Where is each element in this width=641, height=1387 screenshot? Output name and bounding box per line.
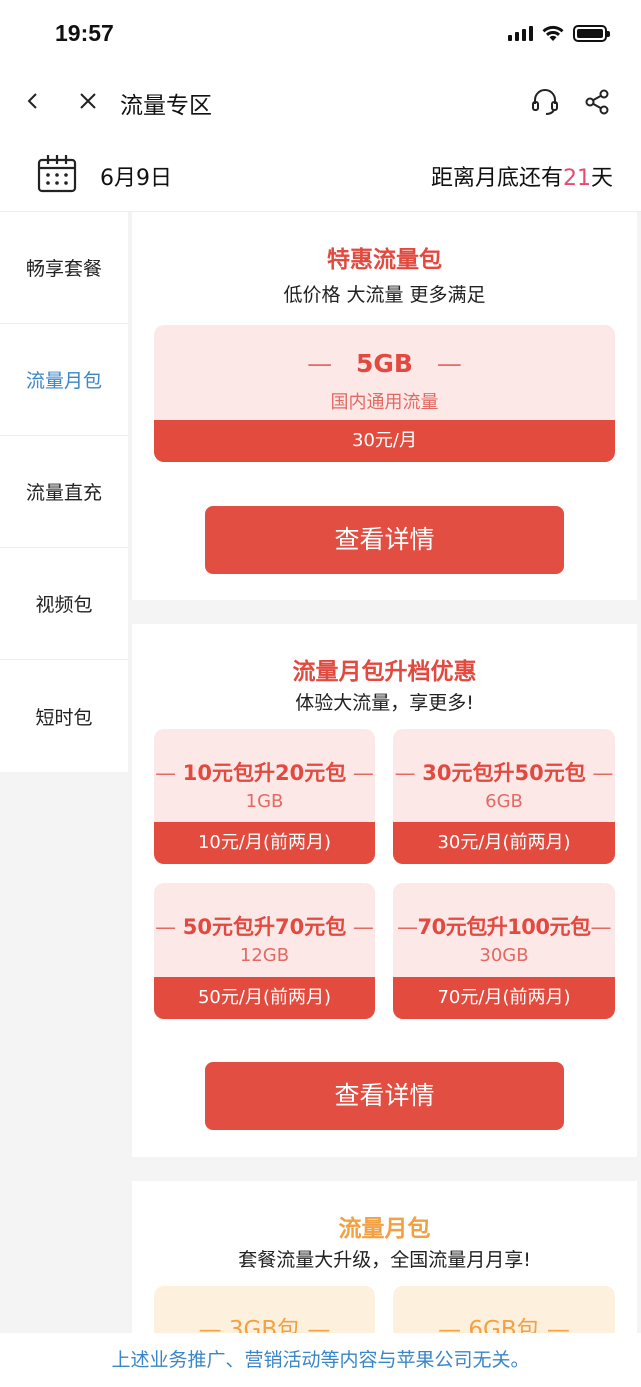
status-time: 19:57 <box>55 20 114 46</box>
card-title: 流量月包升档优惠 <box>292 659 477 685</box>
page-title: 流量专区 <box>120 93 212 119</box>
package-option[interactable]: —70元包升100元包— 30GB 70元/月(前两月) <box>393 883 615 1019</box>
package-price: 10元/月(前两月) <box>154 822 375 864</box>
package-name: 50元包升70元包 <box>182 915 347 939</box>
card-subtitle: 低价格 大流量 更多满足 <box>283 284 486 306</box>
package-description: 1GB <box>245 791 284 812</box>
sidebar-item-video-pack[interactable]: 视频包 <box>0 548 128 660</box>
nav-bar: 流量专区 <box>0 66 641 138</box>
status-icons <box>508 24 610 42</box>
close-icon[interactable] <box>74 86 102 116</box>
card-subtitle: 套餐流量大升级，全国流量月月享! <box>238 1249 531 1271</box>
package-price: 30元/月 <box>154 420 615 462</box>
package-description: 国内通用流量 <box>330 392 439 413</box>
countdown-days: 21 <box>562 166 591 191</box>
status-bar: 19:57 <box>0 0 641 66</box>
sidebar-item-short-term-pack[interactable]: 短时包 <box>0 660 128 772</box>
package-option[interactable]: — 50元包升70元包 — 12GB 50元/月(前两月) <box>154 883 375 1019</box>
package-name: 30元包升50元包 <box>422 761 586 785</box>
month-end-countdown: 距离月底还有21天 <box>431 160 613 192</box>
calendar-icon <box>37 155 77 193</box>
card-title: 特惠流量包 <box>327 247 442 273</box>
customer-service-icon[interactable] <box>529 86 561 118</box>
current-date: 6月9日 <box>100 166 172 191</box>
package-description: 6GB <box>485 791 523 812</box>
upgrade-offer-card: 流量月包升档优惠 体验大流量，享更多! — 10元包升20元包 — 1GB 10… <box>132 624 637 1157</box>
sidebar-item-data-topup[interactable]: 流量直充 <box>0 436 128 548</box>
card-subtitle: 体验大流量，享更多! <box>295 692 474 714</box>
share-icon[interactable] <box>582 86 612 118</box>
view-details-button[interactable]: 查看详情 <box>205 506 564 574</box>
signal-icon <box>508 25 533 41</box>
wifi-icon <box>542 25 564 41</box>
package-name: 70元包升100元包 <box>417 915 591 939</box>
date-bar: 6月9日 距离月底还有21天 <box>0 138 641 212</box>
package-name: 10元包升20元包 <box>182 761 347 785</box>
category-sidebar: 畅享套餐 流量月包 流量直充 视频包 短时包 <box>0 212 128 772</box>
package-option[interactable]: — 5GB — 国内通用流量 30元/月 <box>154 325 615 462</box>
back-icon[interactable] <box>20 86 48 116</box>
battery-icon <box>573 24 610 42</box>
countdown-prefix: 距离月底还有 <box>430 166 563 191</box>
package-price: 50元/月(前两月) <box>154 977 375 1019</box>
package-price: 30元/月(前两月) <box>393 822 615 864</box>
package-description: 12GB <box>239 945 290 966</box>
countdown-suffix: 天 <box>590 166 613 191</box>
sidebar-item-unlimited-plan[interactable]: 畅享套餐 <box>0 212 128 324</box>
package-option[interactable]: — 10元包升20元包 — 1GB 10元/月(前两月) <box>154 729 375 864</box>
disclaimer-notice: 上述业务推广、营销活动等内容与苹果公司无关。 <box>0 1333 641 1387</box>
sidebar-item-monthly-data[interactable]: 流量月包 <box>0 324 128 436</box>
package-name: 5GB <box>356 349 413 378</box>
package-description: 30GB <box>479 945 529 966</box>
package-price: 70元/月(前两月) <box>393 977 615 1019</box>
package-option[interactable]: — 30元包升50元包 — 6GB 30元/月(前两月) <box>393 729 615 864</box>
card-title: 流量月包 <box>338 1216 431 1242</box>
special-data-card: 特惠流量包 低价格 大流量 更多满足 — 5GB — 国内通用流量 30元/月 … <box>132 212 637 600</box>
view-details-button[interactable]: 查看详情 <box>205 1062 564 1130</box>
monthly-data-card: 流量月包 套餐流量大升级，全国流量月月享! — 3GB包 — — 6GB包 — <box>132 1181 637 1366</box>
content-area: 特惠流量包 低价格 大流量 更多满足 — 5GB — 国内通用流量 30元/月 … <box>132 212 637 1366</box>
